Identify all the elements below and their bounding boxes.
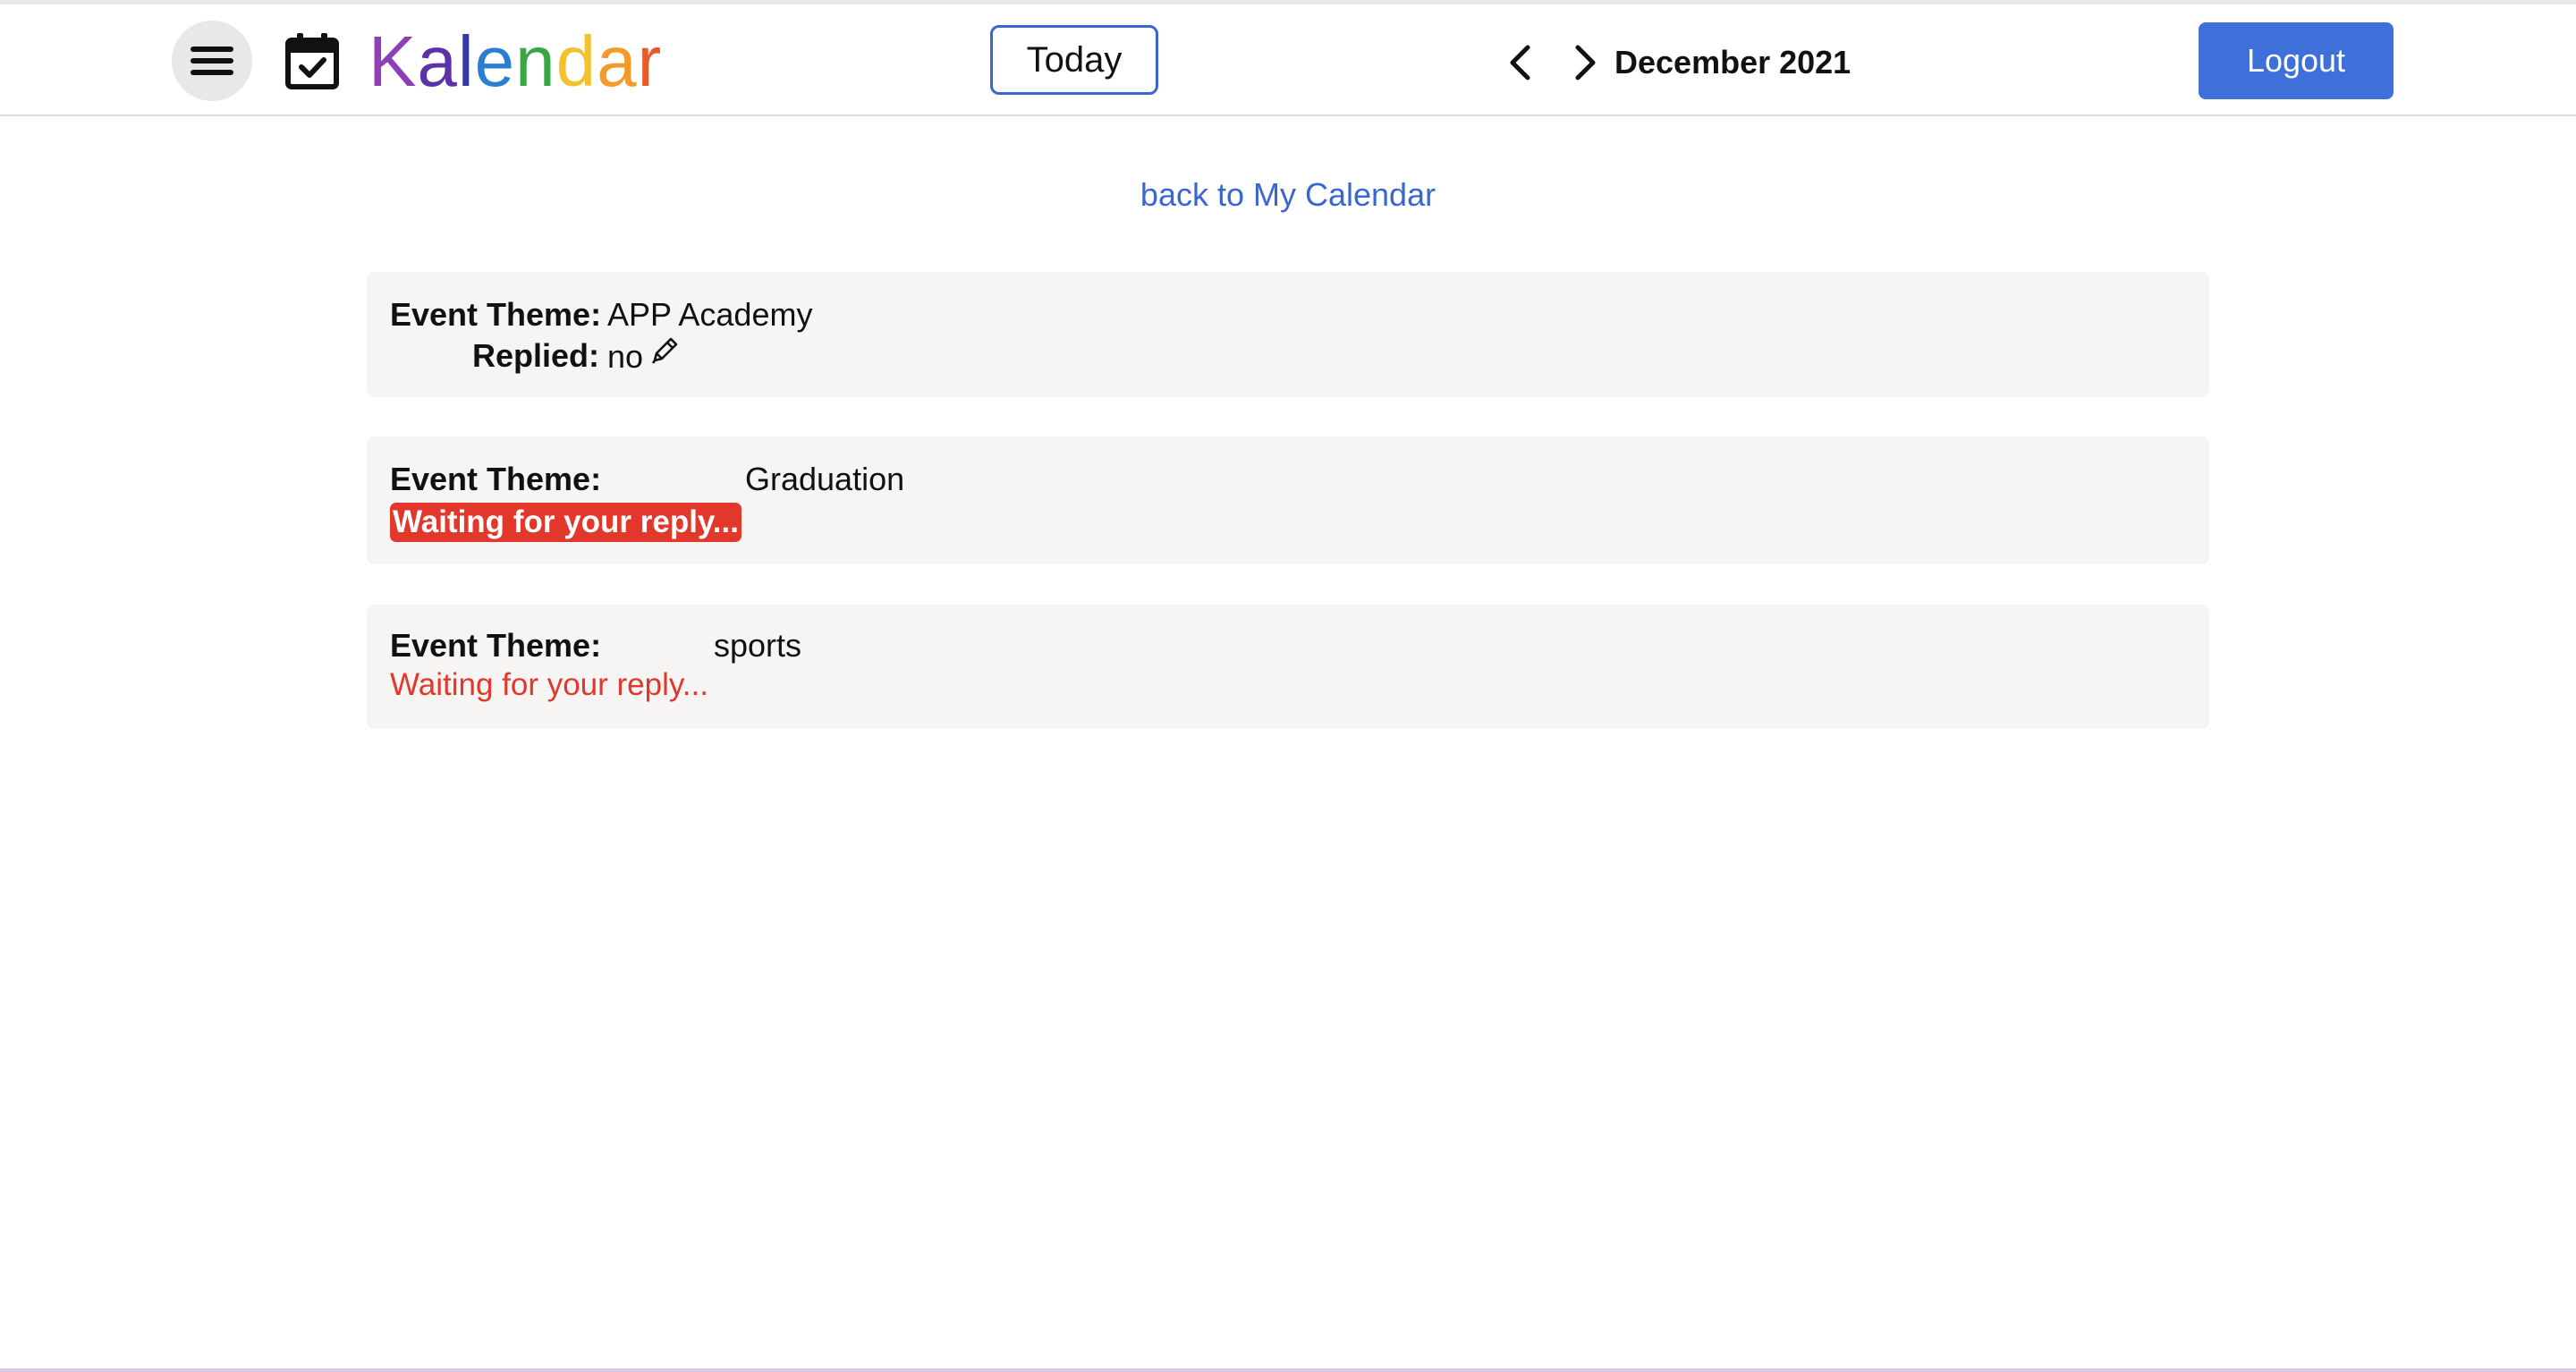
- current-month-label: December 2021: [1614, 44, 1852, 80]
- brand-letter: K: [369, 21, 418, 101]
- window-bottom-edge: [0, 1368, 2576, 1372]
- waiting-reply-badge[interactable]: Waiting for your reply...: [390, 503, 741, 542]
- app-logo-text[interactable]: Kalendar: [369, 22, 662, 101]
- chevron-left-icon[interactable]: [1503, 42, 1538, 83]
- brand-letter: n: [515, 21, 556, 101]
- today-button[interactable]: Today: [990, 25, 1158, 95]
- brand-letter: r: [637, 21, 663, 101]
- replied-value: no: [607, 338, 644, 375]
- replied-label: Replied:: [472, 337, 600, 374]
- menu-button[interactable]: [172, 21, 252, 101]
- event-theme-value: Graduation: [745, 461, 905, 497]
- event-theme-value: sports: [714, 627, 802, 664]
- event-theme-label: Event Theme:: [390, 296, 602, 333]
- event-card[interactable]: Event Theme: APP Academy Replied: no: [367, 272, 2209, 397]
- app-header: Kalendar Today December 2021 Logout: [0, 4, 2576, 116]
- back-to-calendar-wrapper: back to My Calendar: [0, 175, 2576, 215]
- event-card[interactable]: Event Theme: Graduation Waiting for your…: [367, 436, 2209, 564]
- event-theme-value: APP Academy: [607, 296, 813, 333]
- brand-letter: a: [597, 21, 638, 101]
- brand-letter: e: [474, 21, 516, 101]
- waiting-reply-status[interactable]: Waiting for your reply...: [390, 665, 708, 705]
- back-to-calendar-link[interactable]: back to My Calendar: [1140, 176, 1436, 213]
- chevron-right-icon[interactable]: [1567, 42, 1603, 83]
- logout-button[interactable]: Logout: [2199, 22, 2394, 99]
- calendar-check-icon[interactable]: [284, 31, 340, 90]
- brand-letter: d: [555, 21, 597, 101]
- event-theme-label: Event Theme:: [390, 461, 602, 497]
- hamburger-menu-icon: [191, 47, 233, 75]
- event-theme-label: Event Theme:: [390, 627, 602, 664]
- brand-letter: l: [457, 21, 475, 101]
- brand-letter: a: [417, 21, 458, 101]
- event-card[interactable]: Event Theme: sports Waiting for your rep…: [367, 605, 2209, 729]
- pencil-edit-icon[interactable]: [649, 335, 680, 366]
